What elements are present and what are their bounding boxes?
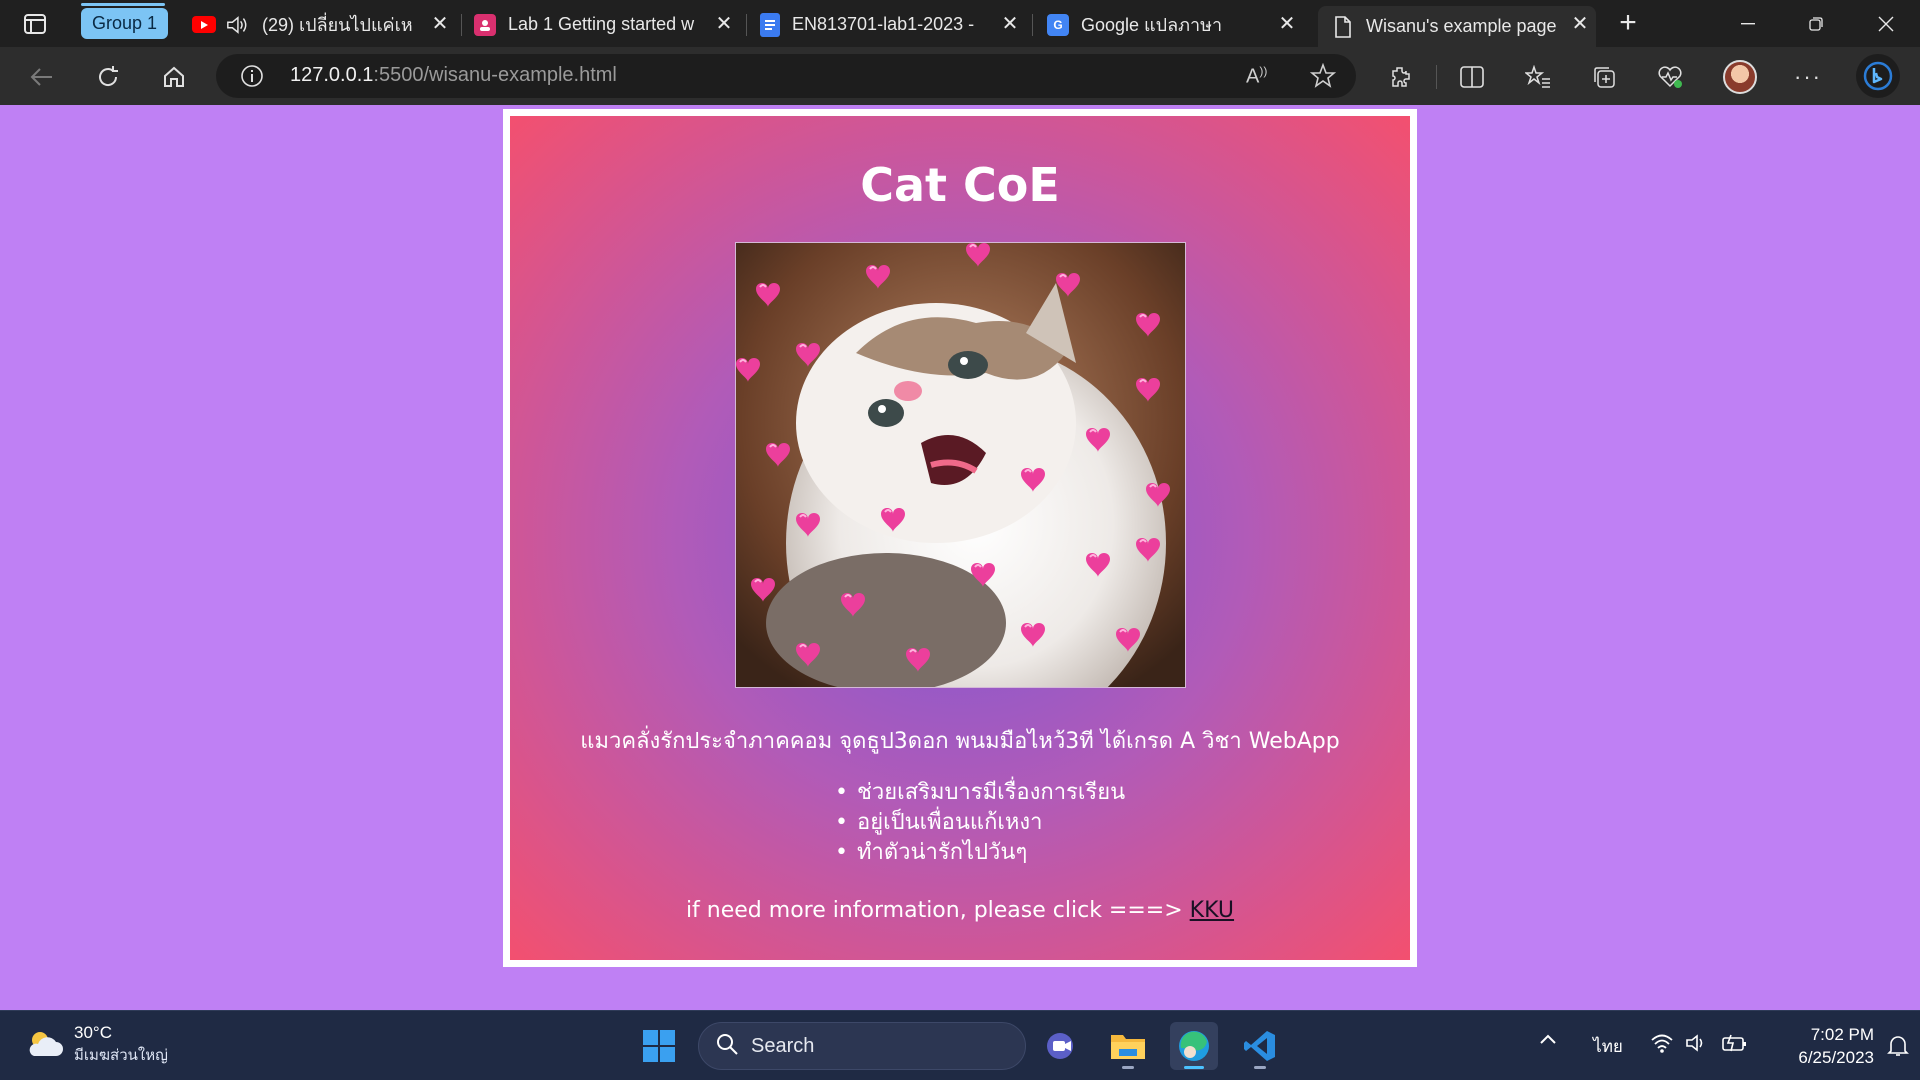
edge-browser-icon[interactable] [1170, 1022, 1218, 1070]
page-icon [1332, 15, 1354, 38]
favorite-star-icon[interactable] [1309, 62, 1337, 94]
site-info-icon[interactable] [240, 64, 264, 93]
translate-icon: G [1047, 13, 1069, 36]
list-item: อยู่เป็นเพื่อนแก้เหงา [835, 808, 1125, 838]
tab-group-label[interactable]: Group 1 [81, 8, 169, 39]
running-indicator [1254, 1066, 1266, 1069]
tab-title: EN813701-lab1-2023 - [792, 14, 975, 34]
close-tab-icon[interactable]: ✕ [430, 14, 450, 34]
extensions-icon[interactable] [1382, 59, 1418, 95]
docs-icon [760, 12, 780, 37]
browser-essentials-icon[interactable] [1652, 59, 1688, 95]
url-host: 127.0.0.1 [290, 64, 374, 86]
tab-google-translate[interactable]: G Google แปลภาษา ✕ [1047, 6, 1303, 43]
close-window-icon[interactable] [1866, 8, 1906, 40]
tab-separator [1032, 14, 1033, 36]
feature-list: ช่วยเสริมบารมีเรื่องการเรียน อยู่เป็นเพื… [835, 778, 1125, 868]
tab-lab1-doc[interactable]: EN813701-lab1-2023 - ✕ [760, 6, 1026, 43]
split-screen-icon[interactable] [1454, 59, 1490, 95]
more-options-icon[interactable]: ··· [1790, 59, 1826, 95]
tab-bar: Group 1 (29) เปลี่ยนไปแค่เหมือ ✕ Lab 1 G… [0, 0, 1920, 47]
start-button[interactable] [635, 1022, 683, 1070]
wifi-icon[interactable] [1648, 1033, 1676, 1053]
teams-meet-icon[interactable] [1038, 1022, 1086, 1070]
url-text[interactable]: 127.0.0.1:5500/wisanu-example.html [290, 64, 617, 87]
system-clock[interactable]: 7:02 PM 6/25/2023 [1764, 1023, 1874, 1069]
tab-youtube[interactable]: (29) เปลี่ยนไปแค่เหมือ ✕ [188, 6, 456, 43]
page-title: Cat CoE [860, 158, 1060, 212]
cloud-icon [26, 1028, 64, 1063]
url-path: :5500/wisanu-example.html [373, 64, 617, 86]
input-language[interactable]: ไทย [1588, 1033, 1628, 1060]
list-item: ทำตัวน่ารักไปวันๆ [835, 838, 1125, 868]
tab-group-indicator [81, 3, 165, 6]
youtube-icon [192, 16, 216, 33]
minimize-icon[interactable] [1728, 8, 1768, 40]
more-info-text: if need more information, please click =… [685, 898, 1190, 923]
page-description: แมวคลั่งรักประจำภาคคอม จุดธูป3ดอก พนมมือ… [580, 729, 1340, 754]
speaker-icon[interactable] [226, 14, 248, 36]
running-indicator [1122, 1066, 1134, 1069]
address-bar[interactable]: 127.0.0.1:5500/wisanu-example.html A)) [216, 54, 1356, 98]
more-info-line: if need more information, please click =… [510, 898, 1410, 923]
taskbar-search[interactable]: Search [698, 1022, 1026, 1070]
tab-title: Google แปลภาษา [1081, 15, 1223, 35]
volume-icon[interactable] [1683, 1033, 1711, 1053]
weather-condition: มีเมฆส่วนใหญ่ [74, 1047, 168, 1064]
home-icon[interactable] [156, 59, 192, 95]
tab-title: Wisanu's example page [1366, 16, 1557, 36]
tab-title: Lab 1 Getting started w [508, 14, 695, 34]
content-card: Cat CoE แมวคลั่งรักประจำภาคคอม จุดธูป3ดอ… [510, 116, 1410, 960]
close-tab-icon[interactable]: ✕ [714, 14, 734, 34]
close-tab-icon[interactable]: ✕ [1000, 14, 1020, 34]
weather-widget[interactable]: 30°C มีเมฆส่วนใหญ่ [26, 1023, 168, 1067]
profile-avatar[interactable] [1723, 60, 1757, 94]
new-tab-button[interactable]: + [1612, 8, 1644, 40]
back-icon[interactable] [24, 59, 60, 95]
page-viewport: Cat CoE แมวคลั่งรักประจำภาคคอม จุดธูป3ดอ… [0, 105, 1920, 1010]
read-aloud-icon[interactable]: A)) [1246, 64, 1267, 89]
kku-link[interactable]: KKU [1190, 898, 1234, 923]
tab-separator [746, 14, 747, 36]
search-label: Search [751, 1034, 815, 1057]
battery-icon[interactable] [1720, 1033, 1750, 1053]
temperature: 30°C [74, 1023, 112, 1042]
collections-icon[interactable] [1586, 59, 1622, 95]
favorites-icon[interactable] [1520, 59, 1556, 95]
running-indicator [1184, 1066, 1204, 1069]
refresh-icon[interactable] [90, 59, 126, 95]
list-item: ช่วยเสริมบารมีเรื่องการเรียน [835, 778, 1125, 808]
vscode-icon[interactable] [1236, 1022, 1284, 1070]
clock-time: 7:02 PM [1810, 1025, 1874, 1044]
close-tab-icon[interactable]: ✕ [1570, 14, 1590, 34]
close-tab-icon[interactable]: ✕ [1277, 14, 1297, 34]
notification-icon[interactable] [1884, 1033, 1912, 1057]
tab-wisanu-example[interactable]: Wisanu's example page ✕ [1318, 6, 1596, 47]
cat-image [735, 242, 1186, 688]
copilot-bing-icon[interactable] [1856, 54, 1900, 98]
search-icon [715, 1032, 739, 1061]
card-border: Cat CoE แมวคลั่งรักประจำภาคคอม จุดธูป3ดอ… [503, 109, 1417, 967]
browser-toolbar: 127.0.0.1:5500/wisanu-example.html A)) ·… [0, 47, 1920, 105]
taskbar: 30°C มีเมฆส่วนใหญ่ Search ไทย 7:02 PM 6/… [0, 1010, 1920, 1080]
toolbar-divider [1436, 65, 1437, 89]
tab-title: (29) เปลี่ยนไปแค่เหมือ [262, 15, 412, 35]
classroom-icon [474, 13, 496, 36]
restore-icon[interactable] [1796, 8, 1836, 40]
show-hidden-icons[interactable] [1536, 1033, 1560, 1045]
file-explorer-icon[interactable] [1104, 1022, 1152, 1070]
tab-lab1[interactable]: Lab 1 Getting started w ✕ [474, 6, 740, 43]
tab-actions-icon[interactable] [18, 10, 52, 38]
clock-date: 6/25/2023 [1798, 1048, 1874, 1067]
tab-separator [461, 14, 462, 36]
